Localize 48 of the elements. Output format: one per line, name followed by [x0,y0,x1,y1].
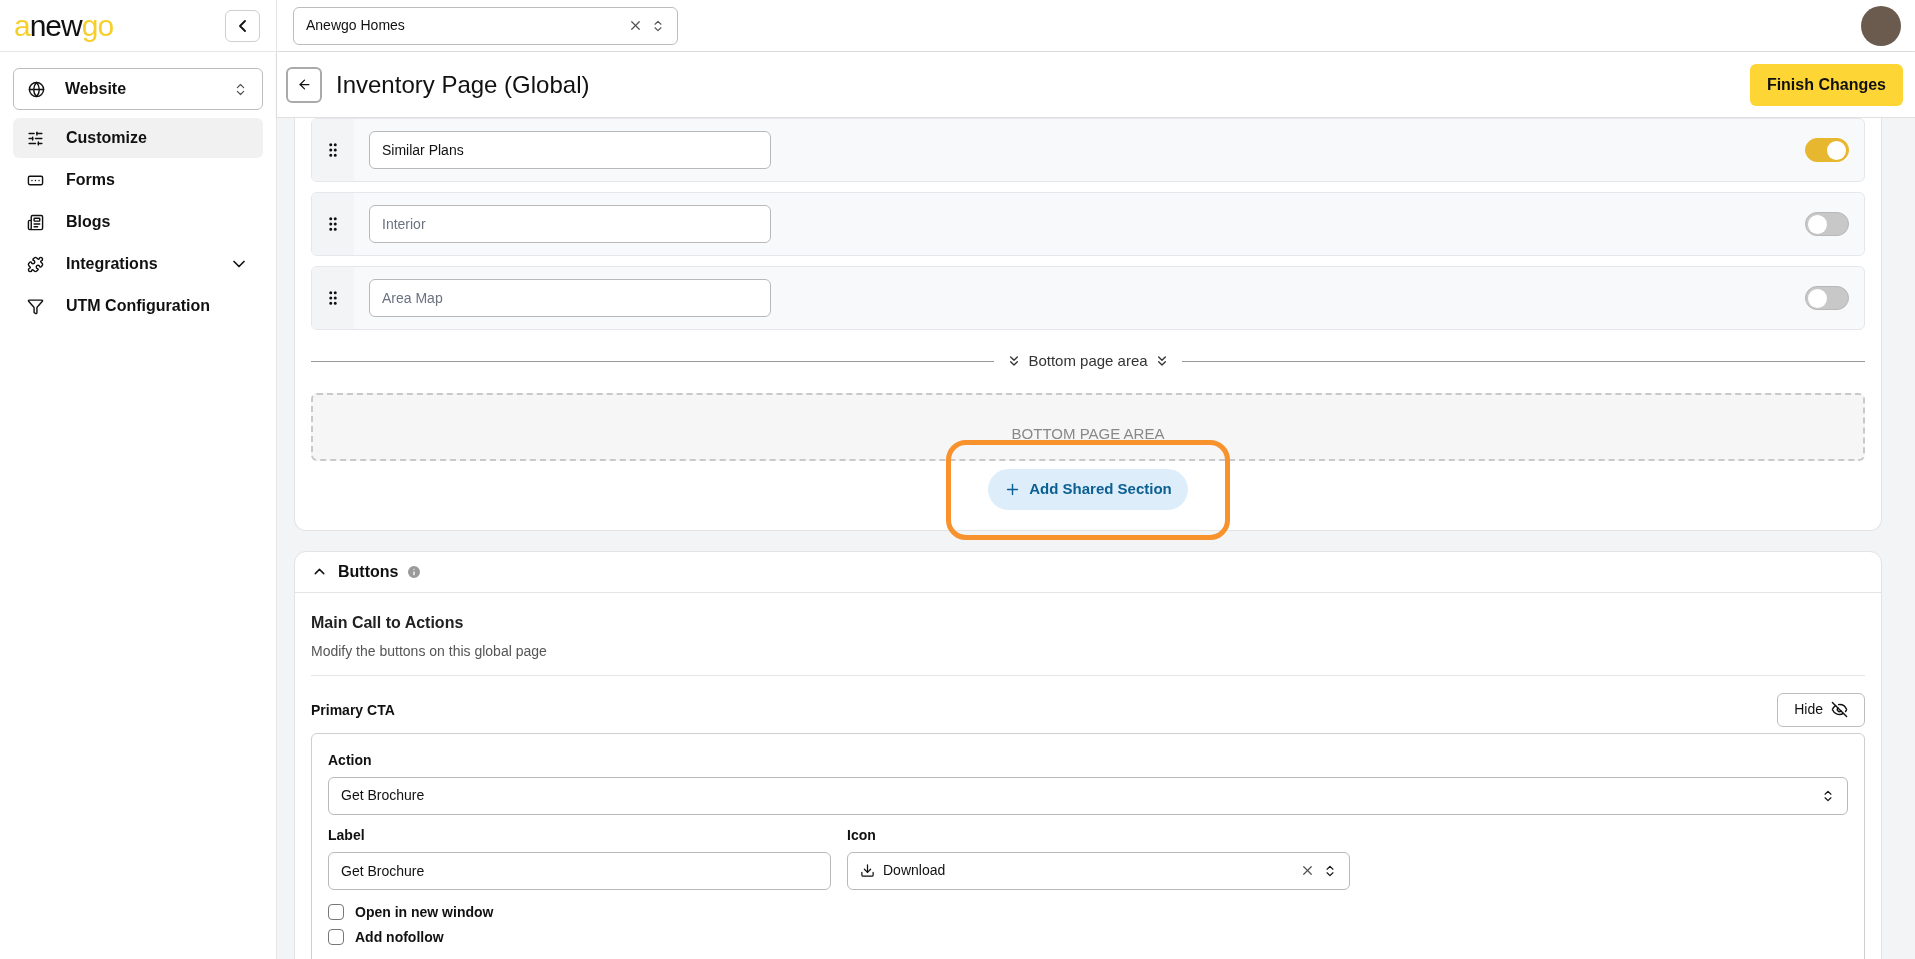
newspaper-icon [27,213,44,231]
action-select[interactable]: Get Brochure [328,776,1848,815]
site-select[interactable]: Website [13,68,263,110]
sidebar-item[interactable]: Customize [13,118,263,158]
cta-title: Primary CTA [311,700,395,720]
logo: anewgo [14,10,114,41]
section-name-field[interactable]: Interior [369,205,771,243]
checkbox-label: Add nofollow [355,927,444,947]
add-shared-section-button[interactable]: Add Shared Section [988,468,1188,510]
puzzle-icon [27,255,44,273]
sliders-icon [27,129,44,147]
drop-zone: BOTTOM PAGE AREA [311,392,1865,461]
sidebar-item[interactable]: Integrations [13,244,263,284]
hide-button[interactable]: Hide [1777,692,1865,727]
download-icon [860,863,875,878]
clear-icon [628,18,643,33]
panel-heading: Main Call to Actions [311,612,465,633]
sidebar-item[interactable]: Forms [13,160,263,200]
checkbox[interactable] [328,904,344,920]
toggle-switch[interactable] [1805,286,1849,310]
checkbox[interactable] [328,929,344,945]
clear-icon [1300,863,1315,878]
avatar[interactable] [1861,5,1901,46]
field-label: Action [328,750,373,770]
toggle-switch[interactable] [1805,138,1849,162]
field-label: Icon [847,825,877,845]
info-icon[interactable] [406,563,423,580]
chevron-left-icon [239,19,246,32]
page-title: Inventory Page (Global) [336,69,590,100]
icon-select[interactable]: Download [847,851,1350,890]
section-name-field[interactable]: Area Map [369,279,771,317]
sidebar-item[interactable]: UTM Configuration [13,286,263,326]
filter-icon [27,297,44,315]
sidebar-item[interactable]: Blogs [13,202,263,242]
panel-description: Modify the buttons on this global page [311,641,548,661]
toggle-switch[interactable] [1805,212,1849,236]
label-field[interactable]: Get Brochure [328,851,831,890]
globe-icon [28,80,45,98]
back-button[interactable] [286,66,322,103]
divider-label: Bottom page area [1028,351,1148,371]
collapse-sidebar-button[interactable] [225,9,260,42]
collapse-button[interactable]: Buttons [311,559,399,584]
field-label: Label [328,825,366,845]
checkbox-label: Open in new window [355,902,494,922]
section-name-field[interactable]: Similar Plans [369,131,771,169]
eye-off-icon [1831,701,1848,718]
finish-changes-button[interactable]: Finish Changes [1749,63,1903,106]
company-select[interactable]: Anewgo Homes [293,6,678,45]
